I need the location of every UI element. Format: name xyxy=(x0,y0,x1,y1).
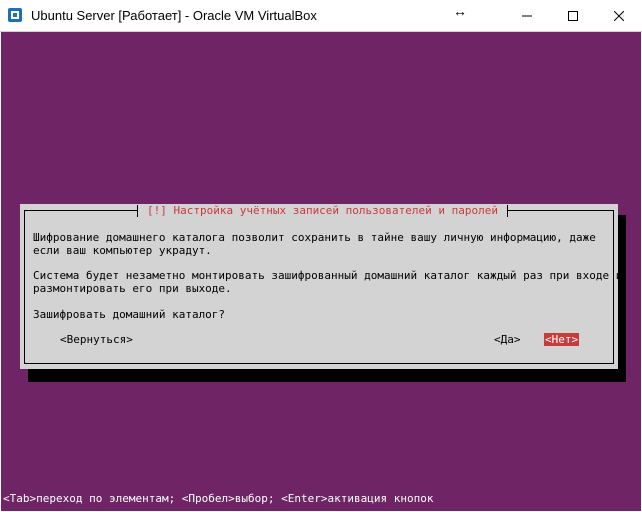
title-right-cap xyxy=(507,205,508,217)
window-title: Ubuntu Server [Работает] - Oracle VM Vir… xyxy=(31,8,317,23)
window-title-bar[interactable]: Ubuntu Server [Работает] - Oracle VM Vir… xyxy=(0,0,642,32)
maximize-icon xyxy=(568,10,578,21)
minimize-button[interactable] xyxy=(504,0,550,31)
dialog-title-bar: [!] Настройка учётных записей пользовате… xyxy=(137,204,508,218)
resize-arrows-icon: ↔ xyxy=(453,3,467,19)
virtualbox-app-icon xyxy=(8,8,22,22)
maximize-button[interactable] xyxy=(550,0,596,31)
close-icon xyxy=(614,10,624,21)
back-button[interactable]: <Вернуться> xyxy=(60,333,133,346)
keyboard-help-bar: <Tab>переход по элементам; <Пробел>выбор… xyxy=(3,492,434,505)
dialog-question: Зашифровать домашний каталог? xyxy=(33,308,226,321)
installer-dialog: [!] Настройка учётных записей пользовате… xyxy=(20,204,622,369)
dialog-text-line: размонтировать его при выходе. xyxy=(33,282,232,295)
dialog-title: [!] Настройка учётных записей пользовате… xyxy=(147,204,498,217)
dialog-text-line: Шифрование домашнего каталога позволит с… xyxy=(33,231,596,244)
no-button[interactable]: <Нет> xyxy=(544,333,580,346)
vm-console-screen[interactable]: [!] Настройка учётных записей пользовате… xyxy=(1,32,641,511)
close-button[interactable] xyxy=(596,0,642,31)
dialog-text-line: Система будет незаметно монтировать заши… xyxy=(33,269,623,282)
dialog-text-line: если ваш компьютер украдут. xyxy=(33,244,212,257)
minimize-icon xyxy=(522,15,532,16)
yes-button[interactable]: <Да> xyxy=(494,333,521,346)
